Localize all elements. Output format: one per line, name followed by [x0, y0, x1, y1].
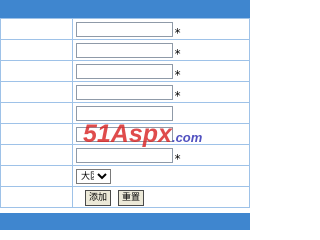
- row-field-cell: *: [72, 39, 250, 61]
- text-field-3[interactable]: [76, 63, 173, 79]
- reset-button[interactable]: 重置: [118, 189, 145, 206]
- form-row: [0, 123, 250, 145]
- text-field-7[interactable]: [76, 147, 173, 163]
- row-label-cell: [0, 102, 73, 124]
- row-label-cell: [0, 186, 73, 208]
- form-table: * * * * * 大区 添加 重置: [0, 18, 250, 208]
- required-mark: *: [174, 26, 182, 40]
- row-field-cell: *: [72, 81, 250, 103]
- row-label-cell: [0, 144, 73, 166]
- header-bar: [0, 0, 250, 18]
- text-field-1[interactable]: [76, 21, 173, 37]
- required-mark: *: [174, 152, 182, 166]
- add-button[interactable]: 添加: [85, 189, 112, 206]
- text-field-5[interactable]: [76, 105, 173, 121]
- row-label-cell: [0, 81, 73, 103]
- form-row: *: [0, 144, 250, 166]
- form-row: *: [0, 39, 250, 61]
- row-field-cell: *: [72, 144, 250, 166]
- form-row: *: [0, 60, 250, 82]
- row-label-cell: [0, 39, 73, 61]
- button-cell: 添加 重置: [72, 186, 250, 208]
- form-row: 添加 重置: [0, 186, 250, 208]
- row-label-cell: [0, 165, 73, 187]
- row-field-cell: 大区: [72, 165, 250, 187]
- row-label-cell: [0, 123, 73, 145]
- form-row: *: [0, 81, 250, 103]
- row-field-cell: [72, 102, 250, 124]
- row-field-cell: *: [72, 18, 250, 40]
- required-mark: *: [174, 68, 182, 82]
- row-field-cell: *: [72, 60, 250, 82]
- required-mark: *: [174, 89, 182, 103]
- text-field-2[interactable]: [76, 42, 173, 58]
- required-mark: *: [174, 47, 182, 61]
- text-field-4[interactable]: [76, 84, 173, 100]
- form-row: 大区: [0, 165, 250, 187]
- text-field-6[interactable]: [76, 126, 173, 142]
- form-row: *: [0, 18, 250, 40]
- row-field-cell: [72, 123, 250, 145]
- form-row: [0, 102, 250, 124]
- row-label-cell: [0, 60, 73, 82]
- footer-bar: [0, 213, 250, 230]
- row-label-cell: [0, 18, 73, 40]
- region-select[interactable]: 大区: [76, 169, 111, 185]
